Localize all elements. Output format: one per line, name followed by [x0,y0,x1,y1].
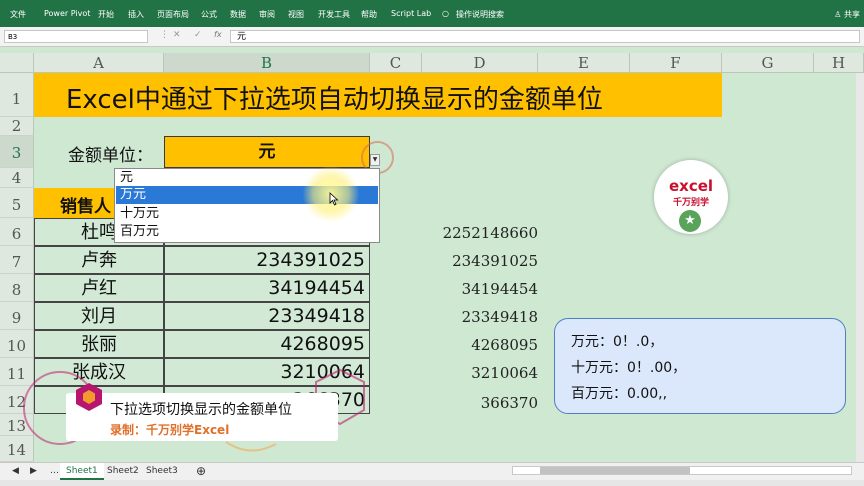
row-header[interactable]: 8 [0,274,34,302]
column-header-d[interactable]: D [422,53,538,73]
ribbon-tab-insert[interactable]: 插入 [128,9,144,20]
insert-function-icon[interactable]: fx [214,30,222,39]
row-header[interactable]: 1 [0,73,34,117]
enter-icon[interactable]: ✓ [194,30,202,40]
name-cell[interactable]: 刘月 [34,302,164,330]
column-header-f[interactable]: F [630,53,722,73]
logo-word: excel [668,177,714,195]
cancel-icon[interactable]: ✕ [173,30,181,40]
prev-sheet-icon[interactable]: ◀ [6,463,25,480]
row-header[interactable]: 10 [0,330,34,358]
sheet-title: Excel中通过下拉选项自动切换显示的金额单位 [66,85,603,115]
sheet-tab-sheet2[interactable]: Sheet2 [101,463,145,480]
callout-line: 万元：0！.0， [571,334,664,350]
ribbon-tab-formulas[interactable]: 公式 [201,9,217,20]
select-all-corner[interactable] [0,53,34,73]
column-header-e[interactable]: E [538,53,630,73]
amount-cell[interactable]: 4268095 [164,330,370,358]
raw-value-cell[interactable]: 2252148660 [443,224,538,242]
raw-value-cell[interactable]: 23349418 [462,308,538,326]
name-cell[interactable]: 卢红 [34,274,164,302]
ribbon-tab-page-layout[interactable]: 页面布局 [157,9,189,20]
row-header[interactable]: 6 [0,218,34,246]
ribbon-tab-developer[interactable]: 开发工具 [318,9,350,20]
raw-value-cell[interactable]: 3210064 [471,364,538,382]
row-header[interactable]: 9 [0,302,34,330]
column-header-c[interactable]: C [370,53,422,73]
ribbon-tab-review[interactable]: 审阅 [259,9,275,20]
raw-value-cell[interactable]: 34194454 [462,280,538,298]
person-icon: ♙ [834,10,842,19]
star-icon: ★ [679,210,701,232]
logo-sub: 千万别学 [672,198,709,208]
formula-input[interactable]: 元 [230,30,860,43]
ribbon-tab-view[interactable]: 视图 [288,9,304,20]
sales-header-label: 销售人 [60,197,111,217]
formula-bar-grip-icon: ⋮ [160,30,169,40]
callout-line: 百万元：0.00,, [571,386,668,402]
amount-cell[interactable]: 23349418 [164,302,370,330]
caption-title: 下拉选项切换显示的金额单位 [110,402,292,418]
ribbon-tab-script-lab[interactable]: Script Lab [391,9,431,18]
sheet-tab-sheet3[interactable]: Sheet3 [140,463,184,480]
column-header-b[interactable]: B [164,53,370,73]
column-header-g[interactable]: G [722,53,814,73]
share-label: 共享 [844,10,860,19]
name-box[interactable]: B3 [4,30,148,43]
ribbon-tab-power-pivot[interactable]: Power Pivot [44,9,90,18]
row-header[interactable]: 5 [0,188,34,218]
row-header[interactable]: 4 [0,168,34,188]
callout-line: 十万元：0！.00， [571,360,687,376]
dropdown-arrow-button[interactable]: ▼ [370,154,380,166]
ribbon-tab-file[interactable]: 文件 [10,9,26,20]
mouse-pointer-icon [329,192,339,206]
unit-select-cell[interactable]: 元 [164,136,370,168]
horizontal-scroll-thumb[interactable] [540,467,690,474]
lightbulb-icon: ○ [442,9,449,18]
caption-credit: 录制：千万别学Excel [110,423,230,437]
raw-value-cell[interactable]: 234391025 [452,252,538,270]
unit-label: 金额单位： [68,146,153,166]
row-header[interactable]: 3 [0,136,34,168]
formula-bar: B3 ⋮ ✕ ✓ fx 元 [0,27,864,47]
row-header[interactable]: 2 [0,117,34,136]
add-sheet-icon[interactable]: ⊕ [190,463,212,480]
name-cell[interactable]: 张丽 [34,330,164,358]
ribbon-tab-home[interactable]: 开始 [98,9,114,20]
column-header-h[interactable]: H [814,53,864,73]
next-sheet-icon[interactable]: ▶ [24,463,43,480]
row-header[interactable]: 7 [0,246,34,274]
hexagon-icon [76,383,102,411]
ribbon-tab-help[interactable]: 帮助 [361,9,377,20]
amount-cell[interactable]: 34194454 [164,274,370,302]
column-header-a[interactable]: A [34,53,164,73]
format-callout: 万元：0！.0， 十万元：0！.00， 百万元：0.00,, [554,318,846,414]
raw-value-cell[interactable]: 366370 [481,394,538,412]
ribbon-tab-data[interactable]: 数据 [230,9,246,20]
ribbon-bar: 文件 Power Pivot 开始 插入 页面布局 公式 数据 审阅 视图 开发… [0,0,864,27]
tell-me-search[interactable]: 操作说明搜索 [456,9,504,20]
dropdown-option[interactable]: 百万元 [116,223,378,241]
share-button[interactable]: ♙ 共享 [834,9,860,20]
raw-value-cell[interactable]: 4268095 [471,336,538,354]
sheet-tab-sheet1[interactable]: Sheet1 [60,463,104,480]
name-cell[interactable]: 卢奔 [34,246,164,274]
status-bar [0,480,864,486]
amount-cell[interactable]: 234391025 [164,246,370,274]
vertical-scrollbar[interactable] [856,73,864,462]
